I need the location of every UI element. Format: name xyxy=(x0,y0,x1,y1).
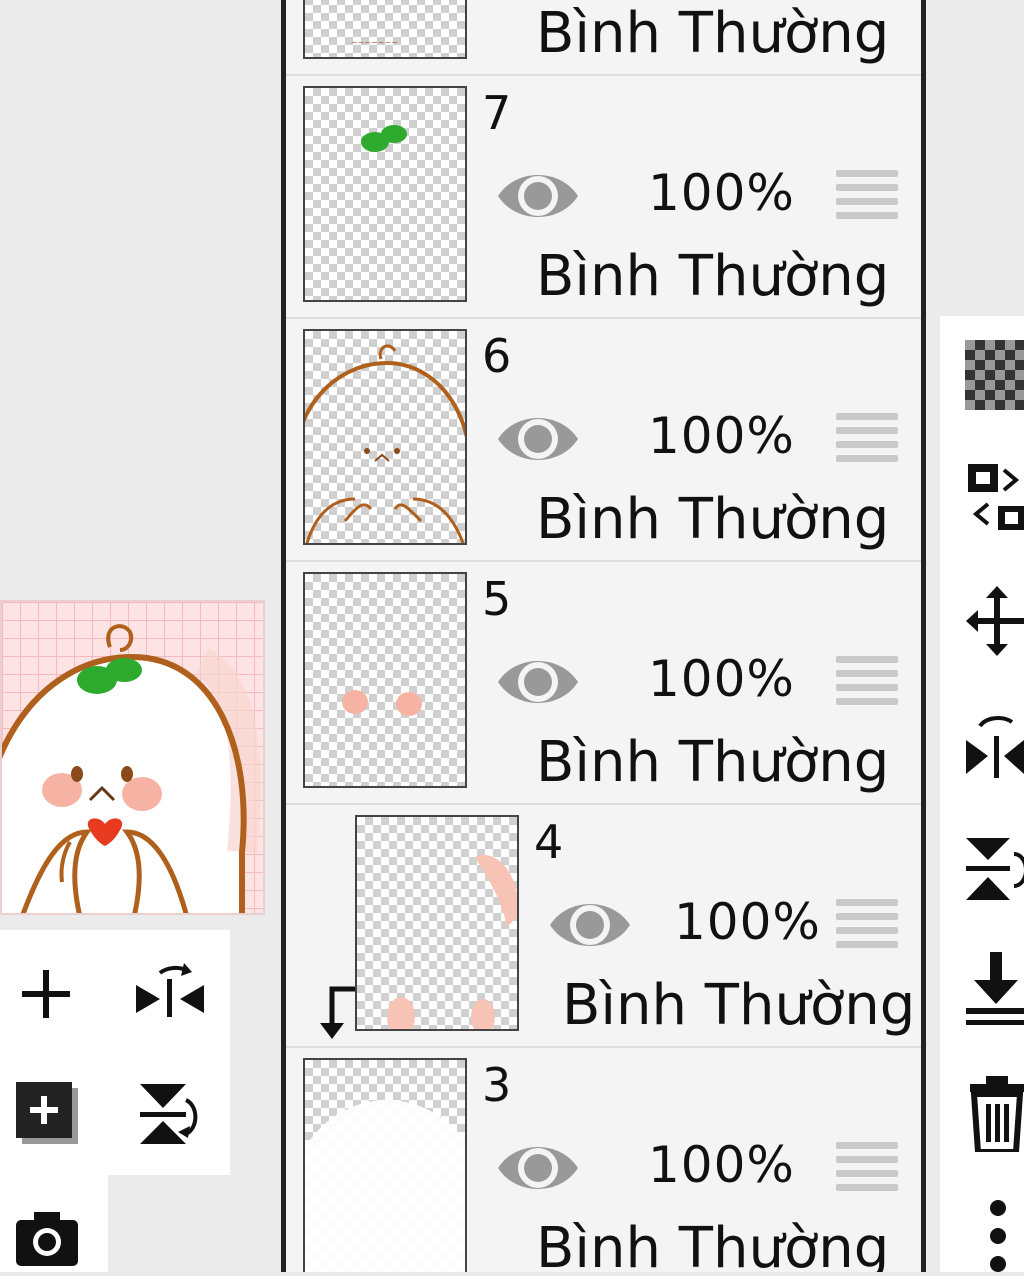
layer-number: 3 xyxy=(482,1058,512,1112)
camera-icon xyxy=(16,1212,78,1266)
checker-icon xyxy=(965,340,1024,410)
add-layer-copy-button[interactable] xyxy=(14,1080,80,1146)
eye-icon[interactable] xyxy=(496,652,580,712)
layer-row[interactable]: 4 100% Bình Thường xyxy=(286,805,921,1048)
signature-thumbnail: ~~~~~~~ xyxy=(351,38,398,47)
opacity-label[interactable]: 100% xyxy=(648,650,795,708)
transform-button[interactable] xyxy=(966,460,1024,532)
move-icon xyxy=(966,586,1024,656)
blush-thumbnail xyxy=(342,690,422,716)
delete-button[interactable] xyxy=(970,1076,1024,1155)
layer-row[interactable]: 5 100% Bình Thường xyxy=(286,562,921,805)
layer-thumbnail[interactable] xyxy=(303,329,467,545)
flip-vertical-icon xyxy=(966,838,1024,900)
layers-panel: ~~~~~~~ Bình Thường 7 100% Bình Thường 6… xyxy=(281,0,926,1272)
layer-number: 4 xyxy=(534,815,564,869)
opacity-label[interactable]: 100% xyxy=(648,407,795,465)
flip-horizontal-icon xyxy=(966,716,1024,778)
layer-thumbnail[interactable] xyxy=(303,572,467,788)
blend-mode-label[interactable]: Bình Thường xyxy=(536,244,889,309)
blend-mode-label[interactable]: Bình Thường xyxy=(536,730,889,795)
eye-icon[interactable] xyxy=(496,409,580,469)
more-vertical-icon xyxy=(990,1200,1006,1272)
lineart-thumbnail xyxy=(305,344,465,543)
move-button[interactable] xyxy=(966,586,1024,656)
layer-row[interactable]: ~~~~~~~ Bình Thường xyxy=(286,0,921,76)
layer-number: 5 xyxy=(482,572,512,626)
transform-icon xyxy=(968,464,1024,530)
merge-down-button[interactable] xyxy=(966,952,1024,1028)
opacity-label[interactable]: 100% xyxy=(648,1136,795,1194)
leaf-thumbnail xyxy=(361,125,407,152)
add-layer-box-icon xyxy=(16,1082,78,1144)
drag-handle-icon[interactable] xyxy=(836,170,898,222)
drag-handle-icon[interactable] xyxy=(836,1142,898,1194)
flip-vertical-button[interactable] xyxy=(138,1078,204,1148)
blend-mode-label[interactable]: Bình Thường xyxy=(562,973,915,1038)
opacity-label[interactable]: 100% xyxy=(648,164,795,222)
layer-thumbnail[interactable] xyxy=(355,815,519,1031)
transparency-button[interactable] xyxy=(965,340,1024,410)
layer-row[interactable]: 6 100% Bình Thường xyxy=(286,319,921,562)
flip-vertical-icon xyxy=(140,1084,198,1144)
add-layer-button[interactable] xyxy=(18,966,74,1022)
eye-icon[interactable] xyxy=(548,895,632,955)
layer-row[interactable]: 7 100% Bình Thường xyxy=(286,76,921,319)
drag-handle-icon[interactable] xyxy=(836,656,898,708)
base-color-thumbnail xyxy=(305,1100,465,1272)
layer-number: 7 xyxy=(482,86,512,140)
trash-icon xyxy=(970,1076,1024,1155)
flip-vertical-right-button[interactable] xyxy=(966,834,1024,904)
drag-handle-icon[interactable] xyxy=(836,899,898,951)
eye-icon[interactable] xyxy=(496,166,580,226)
blend-mode-label[interactable]: Bình Thường xyxy=(536,1216,889,1272)
camera-button[interactable] xyxy=(14,1208,80,1268)
more-button[interactable] xyxy=(988,1200,1012,1272)
drag-handle-icon[interactable] xyxy=(836,413,898,465)
flip-horizontal-button[interactable] xyxy=(134,955,206,1025)
plus-icon xyxy=(22,970,70,1018)
layer-number: 6 xyxy=(482,329,512,383)
layer-thumbnail[interactable] xyxy=(303,86,467,302)
layer-thumbnail[interactable]: ~~~~~~~ xyxy=(303,0,467,59)
canvas-preview[interactable] xyxy=(0,600,265,915)
character-artwork xyxy=(2,624,261,913)
eye-icon[interactable] xyxy=(496,1138,580,1198)
right-toolbar xyxy=(940,316,1024,1272)
merge-down-icon xyxy=(966,952,1024,1025)
layer-row[interactable]: 3 100% Bình Thường xyxy=(286,1048,921,1272)
opacity-label[interactable]: 100% xyxy=(674,893,821,951)
blend-mode-label[interactable]: Bình Thường xyxy=(536,487,889,552)
flip-button[interactable] xyxy=(966,704,1024,784)
layer-thumbnail[interactable] xyxy=(303,1058,467,1272)
svg-text:~~~~~~~: ~~~~~~~ xyxy=(351,38,398,47)
blend-mode-label[interactable]: Bình Thường xyxy=(536,1,889,66)
flip-horizontal-icon xyxy=(136,963,204,1017)
shading-thumbnail xyxy=(387,855,517,1029)
